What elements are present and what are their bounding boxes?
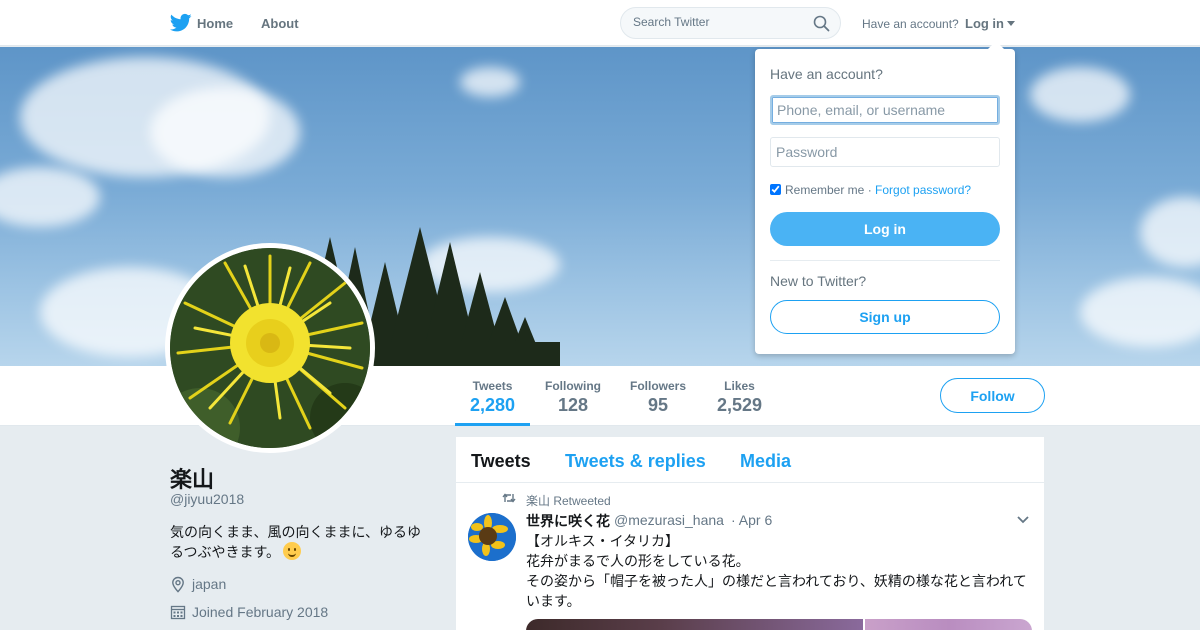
bio-line: 気の向くまま、風の向くままに、ゆるゆ (170, 524, 422, 540)
stat-following[interactable]: Following 128 (545, 379, 601, 416)
tweet-media-image[interactable] (526, 619, 863, 630)
profile-avatar[interactable] (165, 243, 375, 453)
follow-button[interactable]: Follow (940, 378, 1045, 413)
tab-tweets-and-replies[interactable]: Tweets & replies (565, 451, 706, 472)
calendar-icon (170, 605, 186, 620)
smile-emoji-icon (283, 542, 302, 560)
remember-me-checkbox[interactable] (770, 184, 781, 195)
username-input[interactable] (770, 95, 1000, 125)
joined-text: Joined February 2018 (192, 604, 329, 620)
tweet-author-handle[interactable]: @mezurasi_hana (614, 512, 724, 528)
timeline: Tweets Tweets & replies Media 楽山 Retweet… (456, 437, 1044, 630)
retweet-context[interactable]: 楽山 Retweeted (526, 492, 611, 509)
tweet-author-avatar[interactable] (468, 513, 516, 561)
tweet-line: 【オルキス・イタリカ】 (526, 533, 680, 549)
tweet-line: 花弁がまるで人の形をしている花。 (526, 553, 750, 569)
top-navigation: Home About Have an account? Log in (0, 0, 1200, 46)
forgot-password-link[interactable]: Forgot password? (875, 183, 971, 197)
stat-value: 95 (647, 395, 669, 415)
timeline-tabs: Tweets Tweets & replies Media (456, 437, 1044, 483)
twitter-bird-icon[interactable] (170, 13, 192, 33)
new-to-twitter-text: New to Twitter? (770, 273, 867, 289)
stat-label: Followers (630, 379, 687, 393)
stat-value: 2,280 (470, 395, 516, 415)
search-icon[interactable] (813, 15, 830, 32)
chevron-down-icon[interactable] (1007, 21, 1015, 26)
tab-tweets[interactable]: Tweets (471, 451, 531, 472)
separator: · (864, 183, 876, 197)
profile-bio: 気の向くまま、風の向くままに、ゆるゆ るつぶやきます。 (170, 522, 430, 562)
have-account-text: Have an account? (862, 17, 959, 31)
dandelion-image (170, 248, 370, 448)
stat-label: Likes (724, 379, 755, 393)
stat-label: Following (545, 379, 601, 393)
profile-name[interactable]: 楽山 (170, 462, 214, 494)
remember-me-label[interactable]: Remember me (785, 183, 864, 197)
bio-line: るつぶやきます。 (170, 544, 281, 560)
dropdown-title: Have an account? (770, 66, 883, 82)
tweet-text: 【オルキス・イタリカ】 花弁がまるで人の形をしている花。 その姿から「帽子を被っ… (526, 531, 1036, 611)
chevron-down-icon[interactable] (1016, 515, 1030, 525)
search-box (620, 7, 841, 39)
sunflower-image (468, 513, 516, 561)
nav-about-link[interactable]: About (261, 16, 299, 31)
remember-row: Remember me · Forgot password? (770, 183, 971, 197)
location-pin-icon (172, 576, 184, 593)
search-input[interactable] (633, 15, 808, 29)
tweet-author-name[interactable]: 世界に咲く花 (526, 511, 610, 531)
login-button[interactable]: Log in (770, 212, 1000, 246)
password-input[interactable] (770, 137, 1000, 167)
location-text: japan (192, 576, 227, 592)
stat-value: 2,529 (717, 395, 763, 415)
login-dropdown: Have an account? Remember me · Forgot pa… (755, 41, 1015, 354)
tweet-media-image[interactable] (865, 619, 1032, 630)
tweet-line: その姿から「帽子を被った人」の様だと言われており、妖精の様な花と言われています。 (526, 573, 1027, 609)
nav-home-link[interactable]: Home (197, 16, 233, 31)
stat-tweets[interactable]: Tweets 2,280 (470, 379, 515, 416)
divider (770, 260, 1000, 261)
signup-button[interactable]: Sign up (770, 300, 1000, 334)
stat-value: 128 (557, 395, 589, 415)
stat-followers[interactable]: Followers 95 (630, 379, 686, 416)
login-dropdown-toggle[interactable]: Log in (965, 16, 1004, 31)
tab-media[interactable]: Media (740, 451, 791, 472)
active-tab-indicator (455, 423, 530, 426)
stat-likes[interactable]: Likes 2,529 (717, 379, 762, 416)
profile-handle: @jiyuu2018 (170, 491, 245, 507)
tweet-timestamp[interactable]: · Apr 6 (731, 512, 772, 528)
stat-label: Tweets (472, 379, 513, 393)
retweet-icon (502, 493, 516, 503)
